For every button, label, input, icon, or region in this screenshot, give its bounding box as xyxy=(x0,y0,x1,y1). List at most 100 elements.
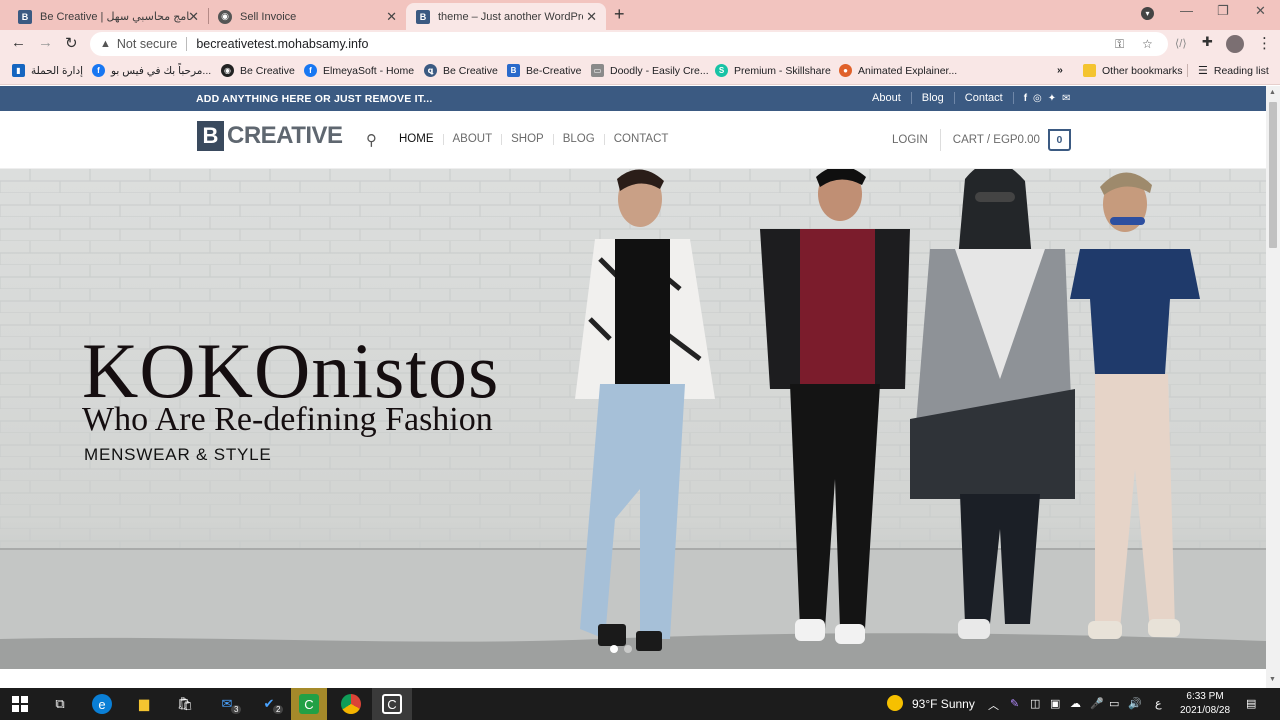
nav-divider xyxy=(501,133,503,145)
nav-divider xyxy=(442,133,444,145)
bookmark-item[interactable]: ● Animated Explainer... xyxy=(839,64,957,77)
camtasia-icon[interactable]: C xyxy=(299,694,319,714)
maximize-icon[interactable]: ❐ xyxy=(1217,3,1229,19)
edge-icon[interactable]: e xyxy=(92,694,112,714)
site-favicon-icon: B xyxy=(18,9,32,24)
topbar-link-blog[interactable]: Blog xyxy=(922,92,944,104)
tab-be-creative[interactable]: B Be Creative | برنامج محاسبي سهل ✕ xyxy=(8,3,208,30)
scroll-down-icon[interactable]: ▼ xyxy=(1269,676,1276,683)
site-header: B CREATIVE ⚲ HOME ABOUT SHOP BLOG CONTAC… xyxy=(0,111,1266,169)
extensions-puzzle-icon[interactable]: ✚ xyxy=(1202,34,1213,50)
notifications-icon[interactable]: ▤ xyxy=(1246,697,1256,710)
onedrive-cloud-icon[interactable]: ☁ xyxy=(1070,697,1081,710)
close-icon[interactable]: ✕ xyxy=(586,9,597,25)
chevron-up-icon[interactable]: ︿ xyxy=(988,697,999,713)
slider-dot-active[interactable] xyxy=(610,645,618,653)
bookmark-label: Be Creative xyxy=(240,64,295,77)
bookmarks-overflow-button[interactable]: » xyxy=(1057,64,1063,76)
nav-contact[interactable]: CONTACT xyxy=(614,133,669,145)
site-logo[interactable]: B CREATIVE xyxy=(197,121,343,151)
close-icon[interactable]: ✕ xyxy=(386,9,397,25)
topbar-notice: ADD ANYTHING HERE OR JUST REMOVE IT... xyxy=(196,93,433,105)
extension-code-icon[interactable]: ⟨/⟩ xyxy=(1175,37,1187,50)
menu-kebab-icon[interactable]: ⋮ xyxy=(1257,34,1272,52)
bookmark-item[interactable]: ▮ إدارة الحملة xyxy=(12,64,83,77)
tab-title: Be Creative | برنامج محاسبي سهل xyxy=(40,11,190,23)
close-icon[interactable]: ✕ xyxy=(188,9,199,25)
tab-title: Sell Invoice xyxy=(240,10,297,23)
bookmark-label: مرحباً بك في فيس بو... xyxy=(111,64,212,77)
file-explorer-icon[interactable]: ▆ xyxy=(134,694,154,714)
search-icon[interactable]: ⚲ xyxy=(366,131,377,149)
task-view-icon[interactable]: ⧉ xyxy=(50,694,70,714)
camtasia-recorder-icon[interactable]: C xyxy=(382,694,402,714)
reading-list-button[interactable]: ☰ Reading list xyxy=(1187,64,1269,77)
bookmark-star-icon[interactable]: ☆ xyxy=(1142,37,1153,51)
meet-now-icon[interactable]: ▣ xyxy=(1050,697,1060,710)
site-favicon-icon: B xyxy=(507,64,520,77)
twitter-icon[interactable]: ✦ xyxy=(1048,93,1056,104)
email-icon[interactable]: ✉ xyxy=(1062,93,1070,104)
bookmark-label: Other bookmarks xyxy=(1102,64,1183,77)
security-status[interactable]: Not secure xyxy=(117,37,177,51)
nav-divider xyxy=(552,133,554,145)
tab-sell-invoice[interactable]: ◉ Sell Invoice ✕ xyxy=(208,3,406,30)
bookmark-item[interactable]: f ElmeyaSoft - Home xyxy=(304,64,414,77)
bookmark-item[interactable]: ꝗ Be Creative xyxy=(424,64,498,77)
slider-dot[interactable] xyxy=(624,645,632,653)
globe-icon: ◉ xyxy=(221,64,234,77)
minimize-icon[interactable]: — xyxy=(1180,3,1193,18)
bookmark-label: ElmeyaSoft - Home xyxy=(323,64,415,77)
bookmark-item[interactable]: ◉ Be Creative xyxy=(221,64,295,77)
forward-arrow-icon[interactable]: → xyxy=(38,34,53,51)
topbar-link-about[interactable]: About xyxy=(872,92,901,104)
hero-subtitle: Who Are Re-defining Fashion xyxy=(82,401,493,438)
topbar-divider xyxy=(1012,92,1014,104)
battery-icon[interactable]: ▭ xyxy=(1109,697,1119,710)
scroll-up-icon[interactable]: ▲ xyxy=(1269,89,1276,96)
network-icon[interactable]: ◫ xyxy=(1030,697,1040,710)
store-icon[interactable]: 🛍 xyxy=(175,694,195,714)
window-close-icon[interactable]: ✕ xyxy=(1255,3,1266,19)
windows-start-icon[interactable] xyxy=(10,694,30,714)
reload-icon[interactable]: ↻ xyxy=(65,34,78,52)
logo-mark: B xyxy=(197,121,224,151)
tab-wordpress-theme[interactable]: B theme – Just another WordPress ✕ xyxy=(406,3,606,30)
avatar[interactable] xyxy=(1226,35,1244,53)
bookmark-item[interactable]: B Be-Creative xyxy=(507,64,581,77)
chrome-icon[interactable] xyxy=(341,694,361,714)
browser-toolbar: ← → ↻ ▲ Not secure becreativetest.mohabs… xyxy=(0,30,1280,58)
facebook-icon[interactable]: f xyxy=(1024,93,1027,104)
page-scrollbar[interactable]: ▲ ▼ xyxy=(1266,86,1280,688)
profile-dropdown-icon[interactable]: ▾ xyxy=(1141,7,1154,20)
pen-icon[interactable]: ✎ xyxy=(1010,697,1019,710)
instagram-icon[interactable]: ◎ xyxy=(1033,93,1042,104)
url-text[interactable]: becreativetest.mohabsamy.info xyxy=(196,37,368,51)
volume-icon[interactable]: 🔊 xyxy=(1128,697,1142,710)
bookmark-label: Be-Creative xyxy=(526,64,582,77)
link-icon: ꝗ xyxy=(424,64,437,77)
back-arrow-icon[interactable]: ← xyxy=(11,34,26,51)
nav-about[interactable]: ABOUT xyxy=(453,133,493,145)
microphone-icon[interactable]: 🎤 xyxy=(1090,697,1104,710)
key-icon[interactable]: ⚿ xyxy=(1115,37,1124,52)
nav-home[interactable]: HOME xyxy=(399,133,434,145)
scrollbar-thumb[interactable] xyxy=(1269,102,1277,248)
system-clock[interactable]: 6:33 PM 2021/08/28 xyxy=(1180,690,1230,718)
input-language-indicator[interactable]: ع xyxy=(1155,697,1162,710)
topbar-link-contact[interactable]: Contact xyxy=(965,92,1003,104)
bookmark-item[interactable]: f مرحباً بك في فيس بو... xyxy=(92,64,211,77)
new-tab-icon[interactable]: + xyxy=(614,4,625,25)
weather-text[interactable]: 93°F Sunny xyxy=(912,697,975,711)
sun-weather-icon[interactable] xyxy=(887,695,903,711)
login-link[interactable]: LOGIN xyxy=(892,134,928,146)
hero-tagline: MENSWEAR & STYLE xyxy=(84,445,272,464)
nav-blog[interactable]: BLOG xyxy=(563,133,595,145)
bookmark-item[interactable]: ▭ Doodly - Easily Cre... xyxy=(591,64,709,77)
bookmark-item[interactable]: S Premium - Skillshare xyxy=(715,64,831,77)
cart-count-badge[interactable]: 0 xyxy=(1047,129,1071,151)
nav-shop[interactable]: SHOP xyxy=(511,133,544,145)
cart-link[interactable]: CART / EGP0.00 xyxy=(953,134,1040,146)
other-bookmarks-button[interactable]: Other bookmarks xyxy=(1083,64,1183,77)
address-bar[interactable]: ▲ Not secure becreativetest.mohabsamy.in… xyxy=(90,32,1168,56)
